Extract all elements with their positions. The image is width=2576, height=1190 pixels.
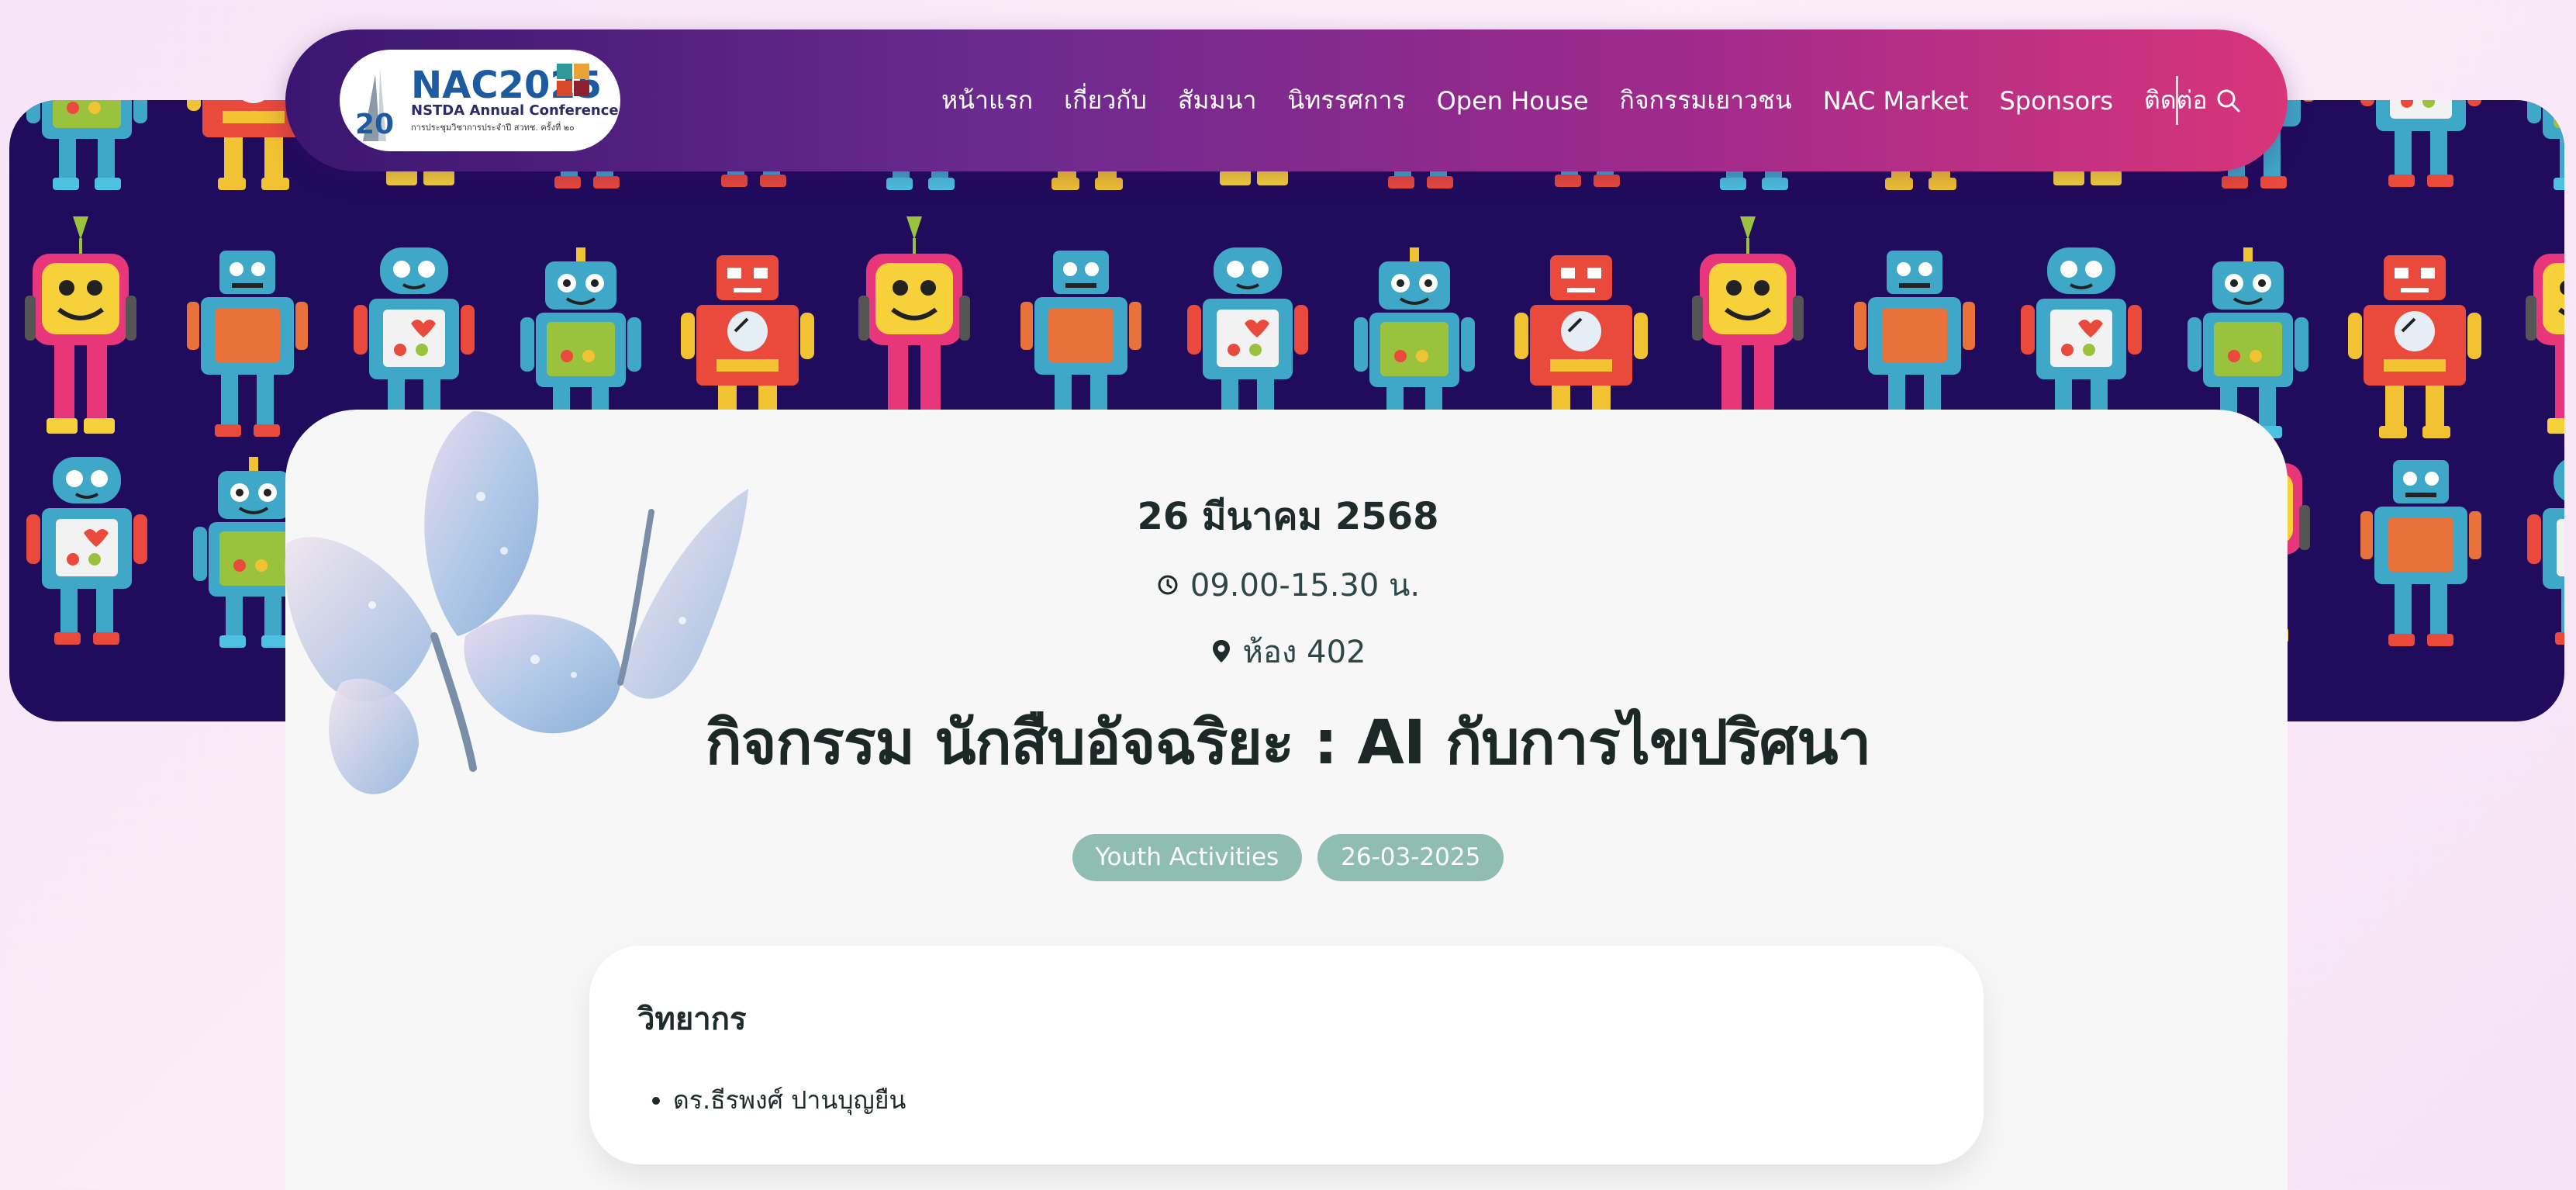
robot-figure bbox=[25, 100, 149, 192]
robot-figure bbox=[2526, 216, 2564, 434]
nav-open-house[interactable]: Open House bbox=[1421, 86, 1604, 116]
robot-figure bbox=[25, 216, 136, 434]
main-nav: หน้าแรก เกี่ยวกับ สัมมนา นิทรรศการ Open … bbox=[926, 29, 2223, 171]
tag-category[interactable]: Youth Activities bbox=[1072, 834, 1303, 881]
speakers-heading: วิทยากร bbox=[637, 1001, 747, 1037]
nav-nac-market[interactable]: NAC Market bbox=[1808, 86, 1984, 116]
search-button[interactable] bbox=[2205, 78, 2252, 124]
event-tags: Youth Activities 26-03-2025 bbox=[0, 834, 2576, 881]
logo-edition: 20 bbox=[355, 109, 394, 140]
event-time: 09.00-15.30 น. bbox=[1190, 568, 1421, 604]
site-header: 20 NAC2025 NSTDA Annual Conference การปร… bbox=[285, 29, 2288, 171]
robot-figure bbox=[2526, 100, 2564, 192]
logo-subtitle: NSTDA Annual Conference bbox=[411, 102, 619, 119]
logo-title: NAC2025 bbox=[411, 64, 602, 107]
event-room-row: ห้อง 402 bbox=[0, 627, 2576, 676]
speaker-item: ดร.ธีรพงศ์ ปานบุญยืน bbox=[673, 1081, 906, 1120]
speakers-list: ดร.ธีรพงศ์ ปานบุญยืน bbox=[673, 1081, 906, 1120]
robot-figure bbox=[858, 216, 970, 434]
clock-icon bbox=[1158, 575, 1178, 595]
event-title: กิจกรรม นักสืบอัจฉริยะ : AI กับการไขปริศ… bbox=[705, 708, 1872, 778]
robot-figure bbox=[25, 455, 149, 646]
nav-youth-activities[interactable]: กิจกรรมเยาวชน bbox=[1604, 81, 1808, 120]
nav-sponsors[interactable]: Sponsors bbox=[1984, 86, 2129, 116]
robot-figure bbox=[2526, 455, 2564, 646]
speakers-panel: วิทยากร ดร.ธีรพงศ์ ปานบุญยืน bbox=[589, 946, 1984, 1164]
search-icon bbox=[2217, 89, 2240, 112]
nav-home[interactable]: หน้าแรก bbox=[926, 81, 1048, 120]
nac2025-logo[interactable]: 20 NAC2025 NSTDA Annual Conference การปร… bbox=[340, 50, 620, 151]
robot-figure bbox=[1854, 251, 1975, 437]
event-date: 26 มีนาคม 2568 bbox=[1137, 495, 1439, 538]
robot-figure bbox=[2346, 254, 2483, 440]
nav-divider bbox=[2176, 76, 2178, 125]
logo-tagline: การประชุมวิชาการประจำปี สวทช. ครั้งที่ ๒… bbox=[411, 121, 575, 133]
location-pin-icon bbox=[1212, 640, 1230, 662]
robot-figure bbox=[1692, 216, 1804, 434]
robot-figure bbox=[2359, 100, 2483, 189]
event-time-row: 09.00-15.30 น. bbox=[0, 560, 2576, 610]
robot-figure bbox=[1186, 246, 1310, 437]
nav-seminar[interactable]: สัมมนา bbox=[1162, 81, 1272, 120]
nav-exhibition[interactable]: นิทรรศการ bbox=[1272, 81, 1421, 120]
event-room: ห้อง 402 bbox=[1242, 635, 1366, 670]
robot-figure bbox=[1020, 251, 1141, 437]
nav-about[interactable]: เกี่ยวกับ bbox=[1048, 81, 1162, 120]
tag-date[interactable]: 26-03-2025 bbox=[1317, 834, 1504, 881]
robot-figure bbox=[2019, 246, 2143, 437]
